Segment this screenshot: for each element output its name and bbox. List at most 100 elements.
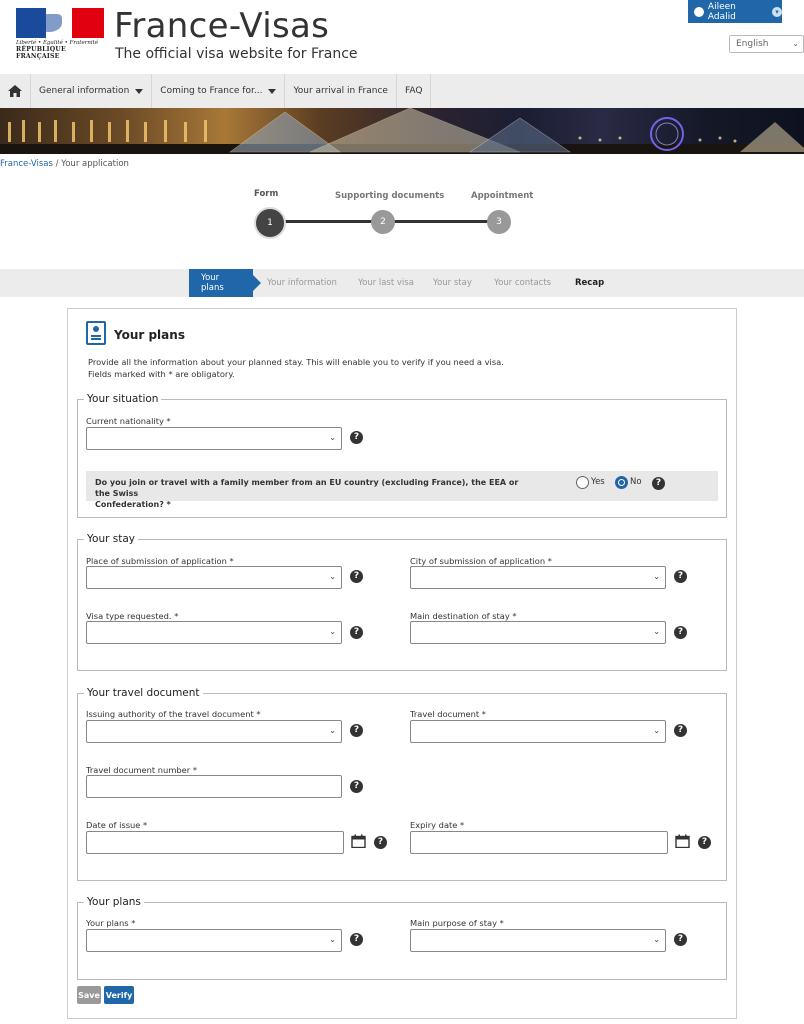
nationality-label: Current nationality * [86,416,171,426]
nationality-select[interactable]: ⌄ [86,427,342,450]
site-title[interactable]: France-Visas [114,6,329,46]
help-icon[interactable]: ? [674,626,687,639]
chevron-down-icon: ▾ [772,6,782,17]
tab-your-plans[interactable]: Your plans [189,269,261,297]
fieldset-your-stay: Your stay [77,533,727,671]
issuing-authority-select[interactable]: ⌄ [86,720,342,743]
help-icon[interactable]: ? [350,724,363,737]
radio-yes[interactable] [576,476,589,489]
breadcrumb-current: Your application [61,159,129,169]
help-icon[interactable]: ? [674,570,687,583]
help-icon[interactable]: ? [350,570,363,583]
city-submission-select[interactable]: ⌄ [410,566,666,589]
tab-your-stay[interactable]: Your stay [433,269,472,297]
legend-travel-document: Your travel document [87,687,200,699]
your-plans-select[interactable]: ⌄ [86,929,342,952]
city-submission-label: City of submission of application * [410,556,552,566]
help-icon[interactable]: ? [350,626,363,639]
caret-down-icon [268,88,277,94]
nav-faq[interactable]: FAQ [397,74,432,108]
step-connector [392,220,488,223]
expiry-date-input[interactable] [410,831,668,854]
caret-down-icon [135,88,144,94]
your-plans-label: Your plans * [86,918,136,928]
chevron-down-icon: ⌄ [329,935,336,944]
intro-obligatory-note: Fields marked with * are obligatory. [88,369,235,379]
form-document-icon [86,321,106,345]
main-nav: General information Coming to France for… [0,74,804,108]
main-destination-label: Main destination of stay * [410,611,517,621]
breadcrumb: France-Visas / Your application [0,159,129,169]
chevron-down-icon: ⌄ [329,726,336,735]
visa-type-label: Visa type requested. * [86,611,179,621]
travel-document-label: Travel document * [410,709,486,719]
expiry-date-label: Expiry date * [410,820,465,830]
document-number-label: Travel document number * [86,765,197,775]
main-purpose-label: Main purpose of stay * [410,918,504,928]
step-circle-1[interactable]: 1 [254,207,286,239]
home-icon [8,85,22,97]
calendar-icon[interactable] [351,834,366,848]
tab-your-last-visa[interactable]: Your last visa [358,269,414,297]
calendar-icon[interactable] [675,834,690,848]
legend-your-stay: Your stay [87,533,135,545]
help-icon[interactable]: ? [652,477,665,490]
nav-label: Coming to France for... [160,86,263,96]
nav-coming-to-france[interactable]: Coming to France for... [152,74,286,108]
chevron-down-icon: ⌄ [653,572,660,581]
user-account-button[interactable]: Aileen Adalid ▾ [688,0,782,23]
visa-type-select[interactable]: ⌄ [86,621,342,644]
breadcrumb-separator: / [52,159,62,169]
help-icon[interactable]: ? [698,836,711,849]
chevron-down-icon: ⌄ [329,433,336,442]
chevron-down-icon: ⌄ [653,726,660,735]
breadcrumb-root-link[interactable]: France-Visas [0,159,53,169]
language-select[interactable]: English ⌄ [729,35,804,53]
help-icon[interactable]: ? [350,780,363,793]
language-value: English [736,39,769,49]
panel-title: Your plans [114,328,185,342]
place-submission-select[interactable]: ⌄ [86,566,342,589]
louvre-banner-image [0,108,804,154]
save-button[interactable]: Save [77,986,101,1004]
help-icon[interactable]: ? [674,724,687,737]
legend-your-situation: Your situation [87,393,159,405]
nav-general-information[interactable]: General information [31,74,153,108]
issue-date-input[interactable] [86,831,344,854]
nav-arrival-in-france[interactable]: Your arrival in France [285,74,397,108]
issuing-authority-label: Issuing authority of the travel document… [86,709,261,719]
help-icon[interactable]: ? [350,431,363,444]
tab-your-information[interactable]: Your information [267,269,337,297]
user-avatar-icon [694,6,704,17]
main-destination-select[interactable]: ⌄ [410,621,666,644]
verify-button[interactable]: Verify [104,986,134,1004]
radio-no[interactable] [615,476,628,489]
republic-name: RÉPUBLIQUE FRANÇAISE [16,46,66,60]
radio-yes-label: Yes [591,477,605,487]
step-label-form: Form [254,189,279,199]
form-subtabs: Your plans Your information Your last vi… [0,269,804,297]
intro-line: Provide all the information about your p… [88,357,504,367]
help-icon[interactable]: ? [350,933,363,946]
step-circle-2[interactable]: 2 [371,210,395,234]
marianne-flag-icon [16,8,104,38]
main-purpose-select[interactable]: ⌄ [410,929,666,952]
radio-no-label: No [630,477,642,487]
tab-your-contacts[interactable]: Your contacts [494,269,551,297]
travel-document-select[interactable]: ⌄ [410,720,666,743]
user-name: Aileen Adalid [707,1,736,22]
step-label-appointment: Appointment [471,191,534,201]
republique-francaise-logo[interactable]: Liberté • Égalité • Fraternité RÉPUBLIQU… [16,8,104,60]
family-member-question: Do you join or travel with a family memb… [95,477,535,510]
help-icon[interactable]: ? [674,933,687,946]
tab-recap[interactable]: Recap [575,269,604,297]
document-number-input[interactable] [86,775,342,798]
question-line: Confederation? * [95,500,171,509]
site-subtitle: The official visa website for France [115,46,358,62]
chevron-down-icon: ⌄ [792,39,799,48]
chevron-down-icon: ⌄ [329,627,336,636]
home-link[interactable] [0,74,31,108]
question-line: Do you join or travel with a family memb… [95,478,519,498]
step-circle-3[interactable]: 3 [487,210,511,234]
help-icon[interactable]: ? [374,836,387,849]
